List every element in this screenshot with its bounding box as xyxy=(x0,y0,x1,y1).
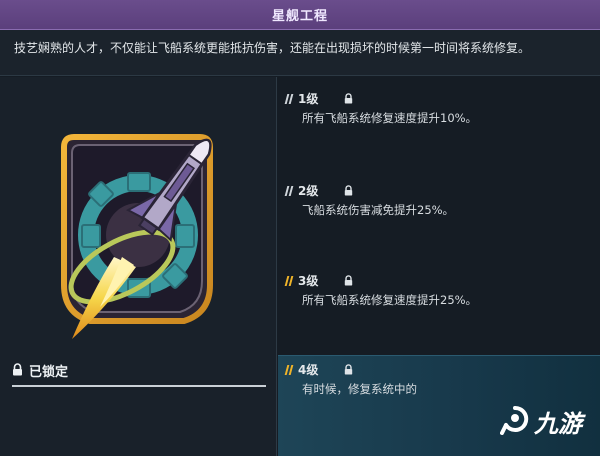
watermark: 九游 xyxy=(500,404,582,439)
lock-status-label: 已锁定 xyxy=(29,365,69,380)
level-description: 所有飞船系统修复速度提升10%。 xyxy=(302,111,478,125)
level-name: 3级 xyxy=(298,274,319,288)
level-item-2[interactable]: 2级 飞船系统伤害减免提升25%。 xyxy=(278,177,600,237)
level-item-1[interactable]: 1级 所有飞船系统修复速度提升10%。 xyxy=(278,85,600,145)
level-description: 飞船系统伤害减免提升25%。 xyxy=(302,203,455,217)
level-stripes-icon xyxy=(284,275,294,286)
spaceship-engineering-badge-icon xyxy=(52,107,222,347)
lock-icon xyxy=(344,271,353,290)
lock-icon xyxy=(344,89,353,108)
skill-description: 技艺娴熟的人才，不仅能让飞船系统更能抵抗伤害，还能在出现损坏的时候第一时间将系统… xyxy=(0,30,600,76)
divider xyxy=(12,385,266,387)
title-bar: 星舰工程 xyxy=(0,0,600,30)
level-stripes-icon xyxy=(284,93,294,104)
lock-status: 已锁定 xyxy=(12,361,68,380)
level-stripes-icon xyxy=(284,185,294,196)
lock-icon xyxy=(12,361,23,380)
level-description: 有时候，修复系统中的 xyxy=(302,382,417,396)
level-name: 2级 xyxy=(298,184,319,198)
level-name: 1级 xyxy=(298,92,319,106)
lock-icon xyxy=(344,181,353,200)
watermark-text: 九游 xyxy=(534,410,582,438)
level-item-3[interactable]: 3级 所有飞船系统修复速度提升25%。 xyxy=(278,267,600,327)
lock-icon xyxy=(344,360,353,379)
description-text: 技艺娴熟的人才，不仅能让飞船系统更能抵抗伤害，还能在出现损坏的时候第一时间将系统… xyxy=(14,41,531,55)
jiuyou-logo-icon xyxy=(500,405,530,439)
level-list: 1级 所有飞船系统修复速度提升10%。 2级 飞船系统伤害减免提升25%。 3级… xyxy=(278,77,600,456)
level-name: 4级 xyxy=(298,363,319,377)
level-description: 所有飞船系统修复速度提升25%。 xyxy=(302,293,478,307)
page-title: 星舰工程 xyxy=(271,9,328,24)
level-stripes-icon xyxy=(284,364,294,375)
skill-detail-panel: 已锁定 xyxy=(0,77,277,456)
